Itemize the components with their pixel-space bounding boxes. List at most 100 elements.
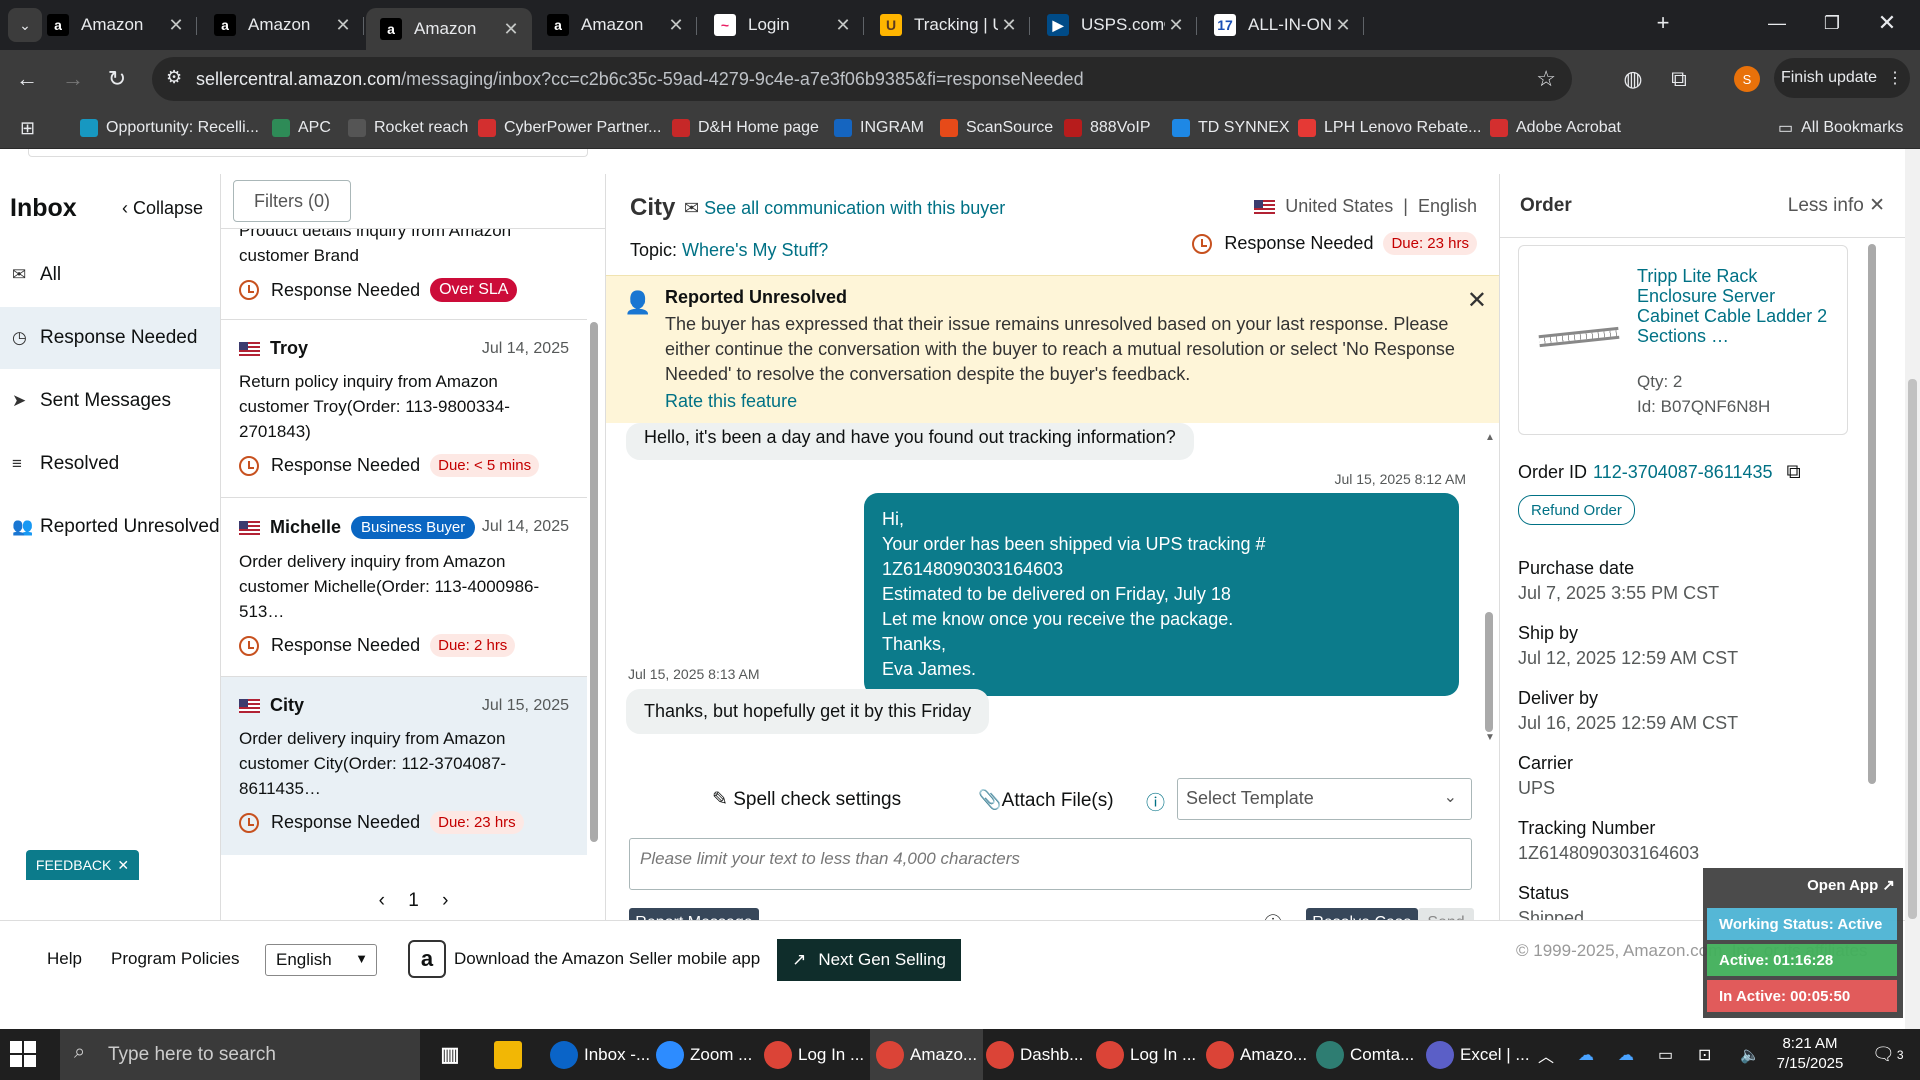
taskbar-app[interactable]: Amazo... <box>1200 1029 1313 1080</box>
feedback-button[interactable]: FEEDBACK ✕ <box>26 850 139 880</box>
site-info-icon[interactable]: ⚙ <box>166 67 182 88</box>
taskbar-app[interactable]: Log In ... <box>758 1029 870 1080</box>
close-tab-icon[interactable]: ✕ <box>1332 15 1354 36</box>
notifications-icon[interactable]: 🗨 3 <box>1872 1029 1904 1080</box>
browser-tab[interactable]: a Amazon ✕ <box>200 8 364 42</box>
refund-order-button[interactable]: Refund Order <box>1518 495 1635 525</box>
forward-icon[interactable]: → <box>56 62 90 96</box>
message-input[interactable]: Please limit your text to less than 4,00… <box>629 838 1472 890</box>
page-scrollbar[interactable] <box>1905 149 1920 1029</box>
all-bookmarks[interactable]: ▭ All Bookmarks <box>1778 116 1903 140</box>
thread-scrollbar[interactable]: ▲ ▼ <box>1483 432 1495 743</box>
taskbar-clock[interactable]: 8:21 AM 7/15/2025 <box>1765 1034 1855 1074</box>
tray-chevron-icon[interactable]: ︿ <box>1538 1029 1554 1080</box>
bookmark-item[interactable]: LPH Lenovo Rebate... <box>1298 116 1481 140</box>
conversation-item[interactable]: City Jul 15, 2025 Order delivery inquiry f… <box>221 676 587 855</box>
taskbar-app[interactable]: ▥ <box>430 1029 476 1080</box>
order-id-link[interactable]: 112-3704087-8611435 <box>1593 462 1773 482</box>
product-link[interactable]: Tripp Lite Rack Enclosure Server Cabinet… <box>1637 266 1837 346</box>
close-tab-icon[interactable]: ✕ <box>832 15 854 36</box>
bookmark-item[interactable]: Rocket reach <box>348 116 468 140</box>
taskbar-search[interactable]: ⌕ Type here to search <box>60 1029 420 1080</box>
bookmark-item[interactable]: APC <box>272 116 331 140</box>
order-scrollbar[interactable] <box>1868 244 1876 784</box>
bookmark-item[interactable]: Adobe Acrobat <box>1490 116 1621 140</box>
conversation-item[interactable]: Michelle Business Buyer Jul 14, 2025 Order … <box>221 497 587 676</box>
spell-check-settings[interactable]: ✎ Spell check settings <box>712 788 901 811</box>
close-tab-icon[interactable]: ✕ <box>665 15 687 36</box>
inbox-nav-response-needed[interactable]: ◷ Response Needed <box>0 307 220 369</box>
bookmark-item[interactable]: D&H Home page <box>672 116 819 140</box>
restore-icon[interactable]: ❐ <box>1815 6 1849 40</box>
browser-tab[interactable]: ~ Login ✕ <box>700 8 864 42</box>
download-app-link[interactable]: Download the Amazon Seller mobile app <box>454 949 760 969</box>
bookmark-item[interactable]: TD SYNNEX <box>1172 116 1290 140</box>
taskbar-app[interactable]: Log In ... <box>1090 1029 1202 1080</box>
bookmark-item[interactable]: Opportunity: Recelli... <box>80 116 259 140</box>
close-banner-icon[interactable]: ✕ <box>1467 286 1487 315</box>
network-icon[interactable]: ⊡ <box>1698 1029 1711 1080</box>
inbox-nav-all[interactable]: ✉ All <box>0 244 220 306</box>
list-scrollbar[interactable] <box>588 232 600 872</box>
select-template-dropdown[interactable]: Select Template ⌄ <box>1177 778 1472 820</box>
copy-icon[interactable]: ⧉ <box>1787 461 1801 483</box>
back-icon[interactable]: ← <box>10 62 44 96</box>
language-select[interactable]: English ▼ <box>265 944 377 976</box>
browser-tab[interactable]: ▶ USPS.com® - US✕ <box>1033 8 1197 42</box>
close-tab-icon[interactable]: ✕ <box>165 15 187 36</box>
browser-tab[interactable]: a Amazon ✕ <box>366 8 532 50</box>
profile-avatar[interactable]: S <box>1734 66 1760 92</box>
volume-icon[interactable]: 🔈 <box>1740 1029 1760 1080</box>
close-tab-icon[interactable]: ✕ <box>332 15 354 36</box>
taskbar-app[interactable]: Dashb... <box>980 1029 1089 1080</box>
close-tab-icon[interactable]: ✕ <box>500 19 522 40</box>
taskbar-app[interactable]: Excel | ... <box>1420 1029 1536 1080</box>
browser-tab[interactable]: U Tracking | UPS - ✕ <box>866 8 1030 42</box>
taskbar-app[interactable] <box>488 1029 534 1080</box>
reload-icon[interactable]: ↻ <box>100 62 134 96</box>
help-link[interactable]: Help <box>47 949 82 969</box>
minimize-icon[interactable]: — <box>1760 6 1794 40</box>
finish-update-button[interactable]: Finish update ⋮ <box>1774 58 1910 98</box>
info-icon[interactable]: ⓘ <box>1146 788 1165 815</box>
bookmark-item[interactable]: INGRAM <box>834 116 924 140</box>
bookmark-star-icon[interactable]: ☆ <box>1536 66 1556 92</box>
windows-start-icon[interactable] <box>10 1041 36 1067</box>
globe-icon[interactable]: ◍ <box>1616 62 1650 96</box>
close-tab-icon[interactable]: ✕ <box>998 15 1020 36</box>
apps-grid-icon[interactable]: ⊞ <box>20 116 35 140</box>
filters-button[interactable]: Filters (0) <box>233 180 351 222</box>
onedrive-icon[interactable]: ☁ <box>1618 1029 1634 1080</box>
taskbar-app[interactable]: Zoom ... <box>650 1029 758 1080</box>
bookmark-item[interactable]: CyberPower Partner... <box>478 116 661 140</box>
next-gen-selling-button[interactable]: ↗ Next Gen Selling <box>777 939 961 981</box>
bookmark-item[interactable]: 888VoIP <box>1064 116 1151 140</box>
browser-tab[interactable]: a Amazon ✕ <box>533 8 697 42</box>
inbox-nav-reported-unresolved[interactable]: 👥 Reported Unresolved <box>0 496 220 558</box>
conversation-item[interactable]: Troy Jul 14, 2025 Return policy inquiry fr… <box>221 319 587 497</box>
less-info-button[interactable]: Less info ✕ <box>1788 194 1885 217</box>
page-number[interactable]: 1 <box>408 890 419 911</box>
battery-icon[interactable]: ▭ <box>1658 1029 1673 1080</box>
collapse-button[interactable]: ‹ Collapse <box>122 198 203 219</box>
taskbar-app[interactable]: Amazo... <box>870 1029 984 1080</box>
rate-feature-link[interactable]: Rate this feature <box>665 391 797 412</box>
topic-link[interactable]: Where's My Stuff? <box>682 240 828 260</box>
address-bar[interactable]: ⚙ sellercentral.amazon.com/messaging/inb… <box>152 57 1572 101</box>
taskbar-app[interactable]: Inbox -... <box>544 1029 656 1080</box>
conversation-item[interactable]: Product details inquiry from Amazon cust… <box>221 229 587 319</box>
close-window-icon[interactable]: ✕ <box>1870 6 1904 40</box>
next-page-icon[interactable]: › <box>442 890 448 911</box>
browser-tab[interactable]: a Amazon ✕ <box>33 8 197 42</box>
attach-files[interactable]: 📎Attach File(s) <box>978 788 1114 812</box>
extensions-icon[interactable]: ⧉ <box>1662 62 1696 96</box>
browser-tab[interactable]: 17 ALL-IN-ONE PAC✕ <box>1200 8 1364 42</box>
onedrive-icon[interactable]: ☁ <box>1578 1029 1594 1080</box>
open-app-button[interactable]: Open App ↗ <box>1807 876 1895 894</box>
close-tab-icon[interactable]: ✕ <box>1165 15 1187 36</box>
inbox-nav-sent-messages[interactable]: ➤ Sent Messages <box>0 370 220 432</box>
bookmark-item[interactable]: ScanSource <box>940 116 1053 140</box>
taskbar-app[interactable]: Comta... <box>1310 1029 1420 1080</box>
inbox-nav-resolved[interactable]: ≡ Resolved <box>0 433 220 495</box>
see-all-link[interactable]: ✉ See all communication with this buyer <box>684 198 1005 219</box>
